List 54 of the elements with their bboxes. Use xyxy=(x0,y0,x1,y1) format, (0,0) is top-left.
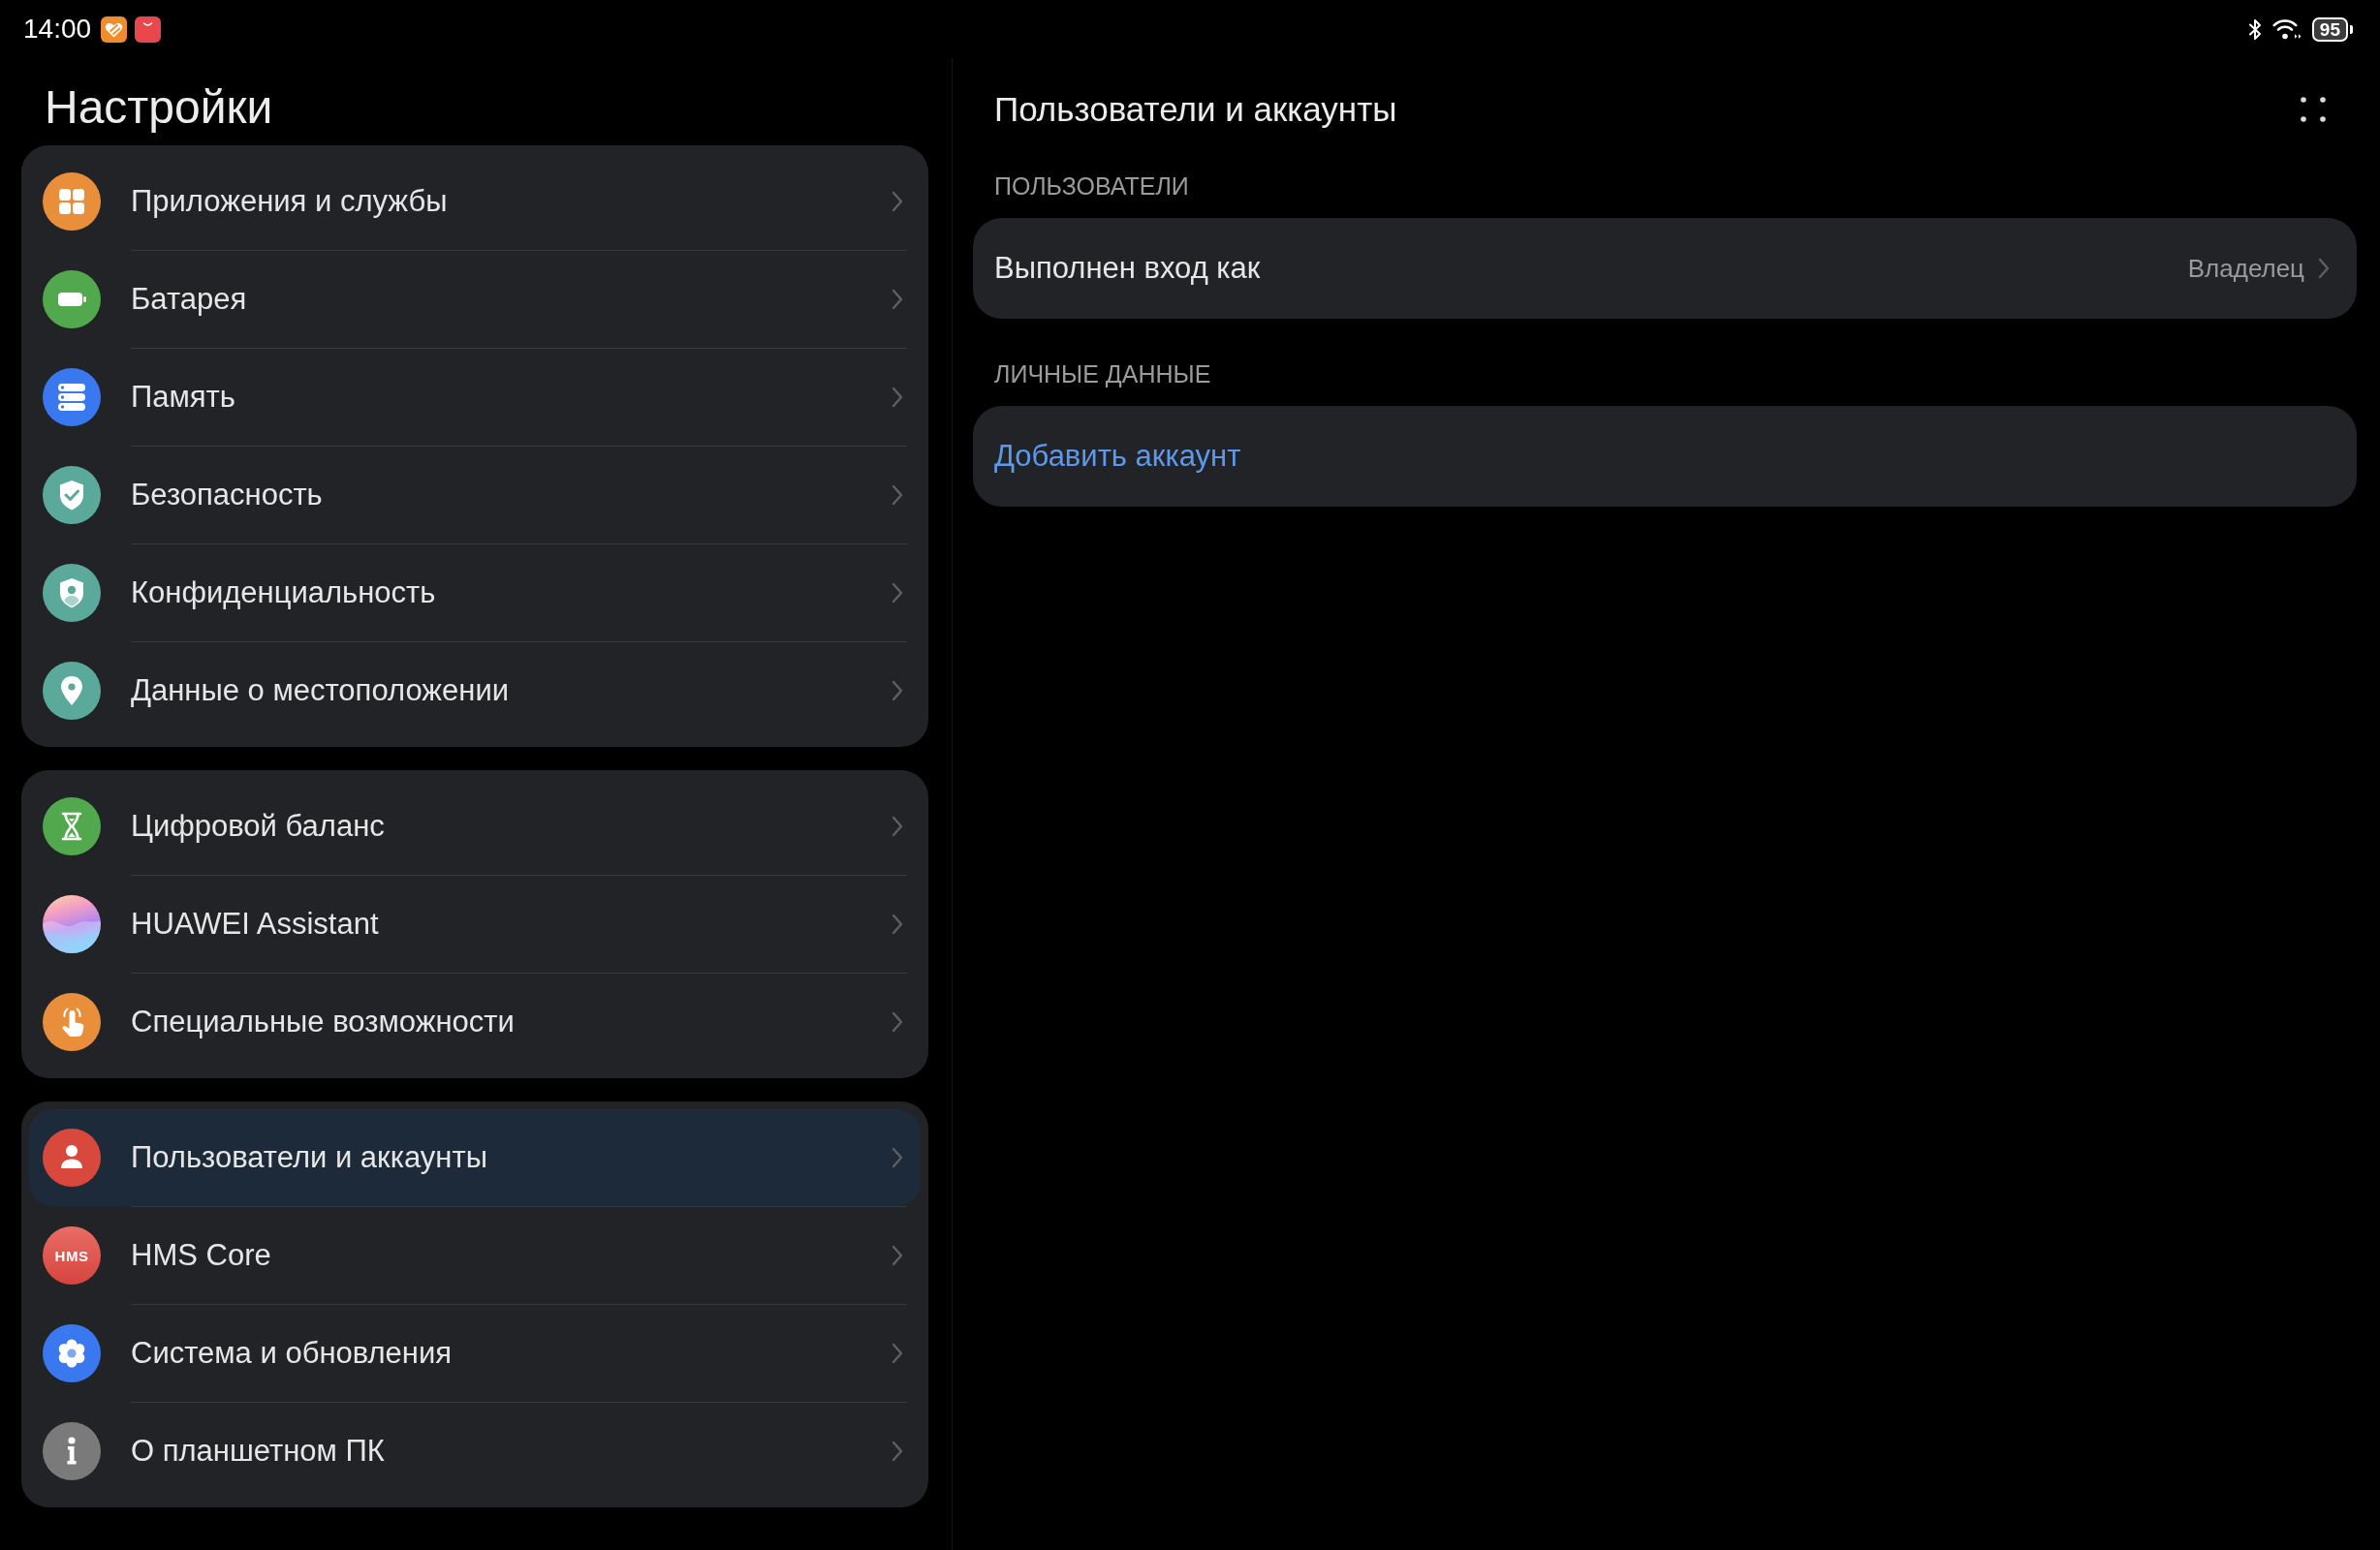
status-time: 14:00 xyxy=(23,14,92,45)
shield-person-icon xyxy=(43,564,101,622)
chevron-icon xyxy=(892,1441,903,1462)
chevron-icon xyxy=(892,1011,903,1033)
location-pin-icon xyxy=(43,662,101,720)
chevron-icon xyxy=(892,914,903,935)
chevron-icon xyxy=(2318,258,2330,279)
tap-hand-icon xyxy=(43,993,101,1051)
chevron-icon xyxy=(892,1245,903,1266)
gear-icon xyxy=(43,1324,101,1382)
battery-icon xyxy=(43,270,101,328)
more-options-icon[interactable] xyxy=(2301,97,2326,122)
hms-logo: HMS xyxy=(43,1226,101,1285)
chevron-icon xyxy=(892,680,903,701)
settings-item[interactable]: Пользователи и аккаунты xyxy=(29,1109,921,1206)
gradient-orb-icon xyxy=(43,895,101,953)
chevron-icon xyxy=(892,816,903,837)
hourglass-icon xyxy=(43,797,101,855)
sidebar-title: Настройки xyxy=(45,80,274,135)
bluetooth-icon xyxy=(2247,17,2262,41)
settings-item[interactable]: Цифровой баланс xyxy=(29,778,921,875)
settings-item[interactable]: Безопасность xyxy=(29,447,921,543)
wifi-icon xyxy=(2270,17,2302,41)
settings-item[interactable]: Специальные возможности xyxy=(29,974,921,1070)
heart-app-icon xyxy=(101,16,128,43)
chevron-icon xyxy=(892,484,903,506)
settings-item[interactable]: HMS HMS Core xyxy=(29,1207,921,1304)
settings-item[interactable]: Данные о местоположении xyxy=(29,642,921,739)
app-icon xyxy=(135,16,162,43)
row-value: Владелец xyxy=(2187,253,2304,284)
info-icon xyxy=(43,1422,101,1480)
chevron-icon xyxy=(892,582,903,604)
settings-item[interactable]: Приложения и службы xyxy=(29,153,921,250)
chevron-icon xyxy=(892,1147,903,1168)
chevron-icon xyxy=(892,191,903,212)
chevron-icon xyxy=(892,387,903,408)
chevron-icon xyxy=(892,1343,903,1364)
apps-grid-icon xyxy=(43,172,101,231)
settings-item[interactable]: HUAWEI Assistant xyxy=(29,876,921,973)
section-header: ПОЛЬЗОВАТЕЛИ xyxy=(994,171,1190,201)
settings-item[interactable]: Конфиденциальность xyxy=(29,544,921,641)
storage-icon xyxy=(43,368,101,426)
settings-item[interactable]: Система и обновления xyxy=(29,1305,921,1402)
settings-item[interactable]: Память xyxy=(29,349,921,446)
add-account-button[interactable]: Добавить аккаунт xyxy=(973,406,2357,507)
shield-check-icon xyxy=(43,466,101,524)
settings-item[interactable]: О планшетном ПК xyxy=(29,1403,921,1500)
page-title: Пользователи и аккаунты xyxy=(994,89,1397,130)
section-header: ЛИЧНЫЕ ДАННЫЕ xyxy=(994,359,1212,388)
person-icon xyxy=(43,1129,101,1187)
settings-item[interactable]: Батарея xyxy=(29,251,921,348)
settings-row[interactable]: Выполнен вход как Владелец xyxy=(973,218,2357,319)
battery-indicator: 95 xyxy=(2311,16,2353,42)
chevron-icon xyxy=(892,289,903,310)
